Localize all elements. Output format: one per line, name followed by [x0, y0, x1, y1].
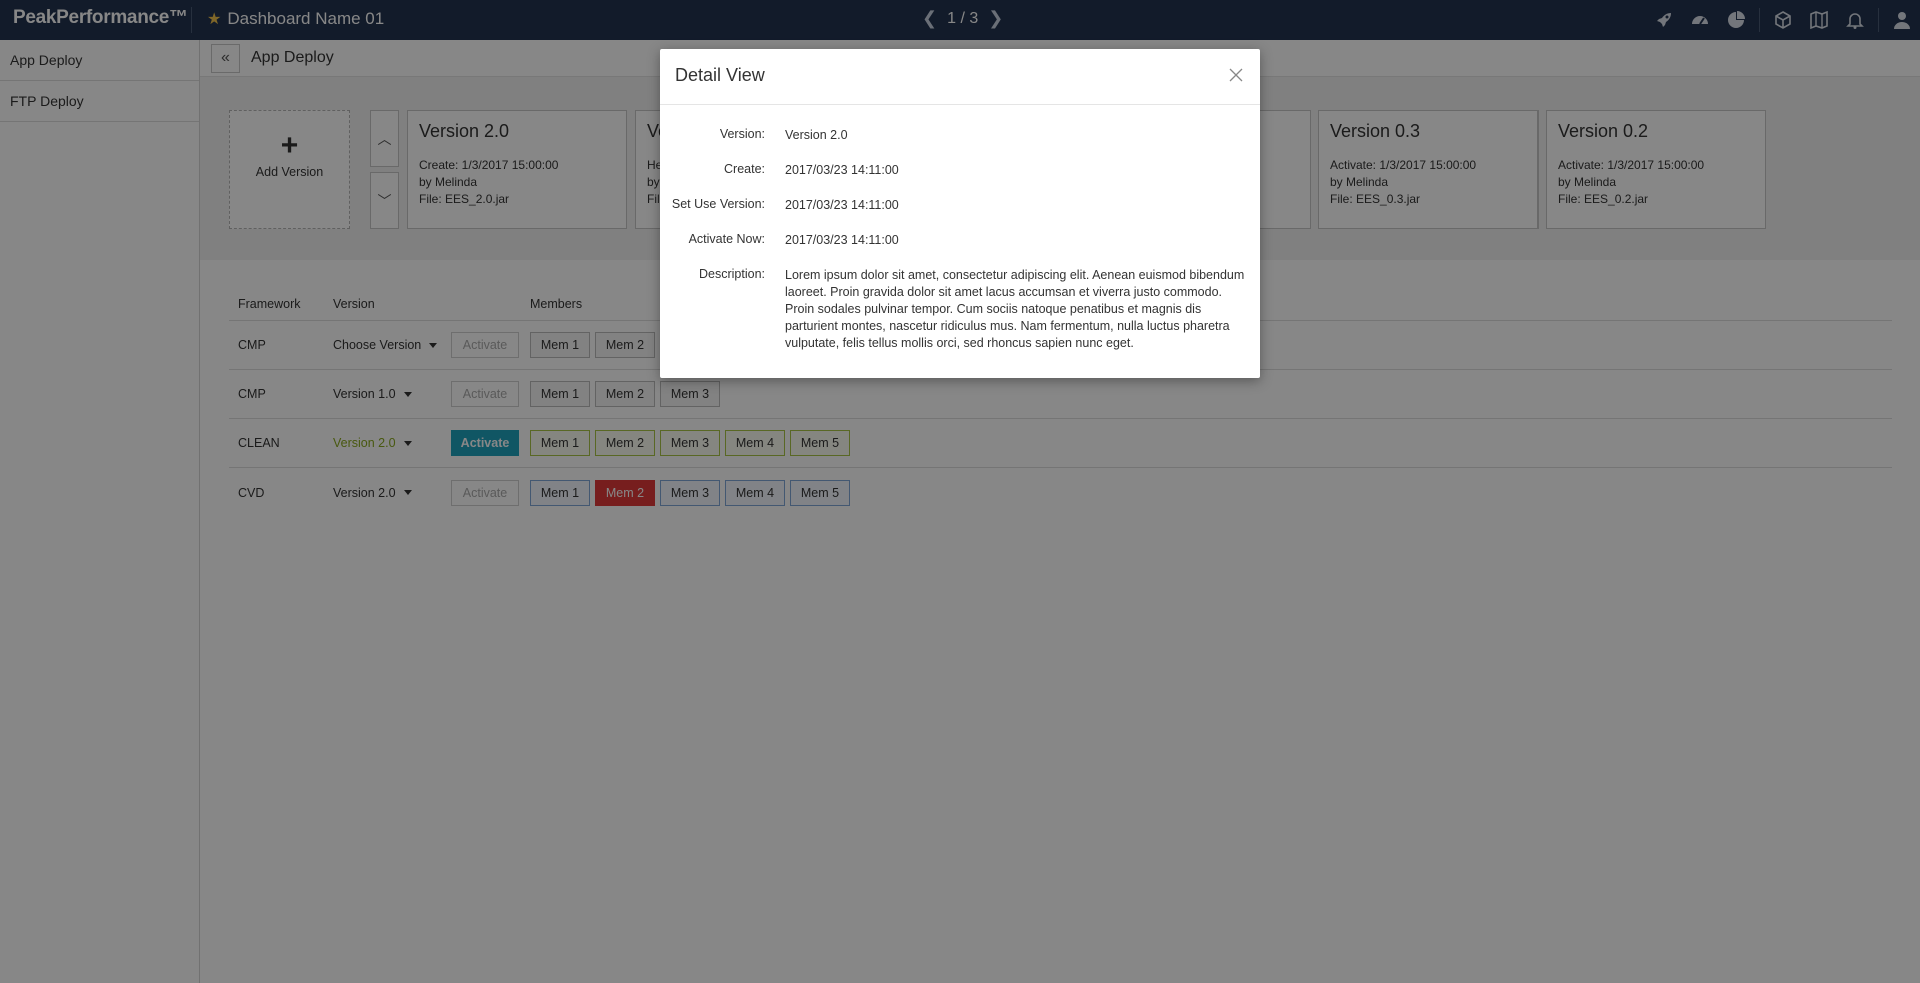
- detail-view-modal: Detail View Version: Version 2.0 Create:…: [660, 49, 1260, 378]
- detail-value: 2017/03/23 14:11:00: [785, 163, 899, 177]
- description-text: Lorem ipsum dolor sit amet, consectetur …: [785, 268, 1245, 350]
- modal-title: Detail View: [675, 65, 765, 85]
- detail-value: 2017/03/23 14:11:00: [785, 233, 899, 247]
- detail-label: Description:: [699, 267, 765, 281]
- modal-header: Detail View: [660, 49, 1260, 105]
- close-icon[interactable]: [1226, 65, 1246, 85]
- detail-label: Activate Now:: [688, 232, 765, 246]
- detail-label: Create:: [724, 162, 765, 176]
- detail-value: 2017/03/23 14:11:00: [785, 198, 899, 212]
- detail-label: Set Use Version:: [671, 197, 765, 211]
- detail-label: Version:: [719, 127, 765, 141]
- detail-value: Version 2.0: [785, 128, 848, 142]
